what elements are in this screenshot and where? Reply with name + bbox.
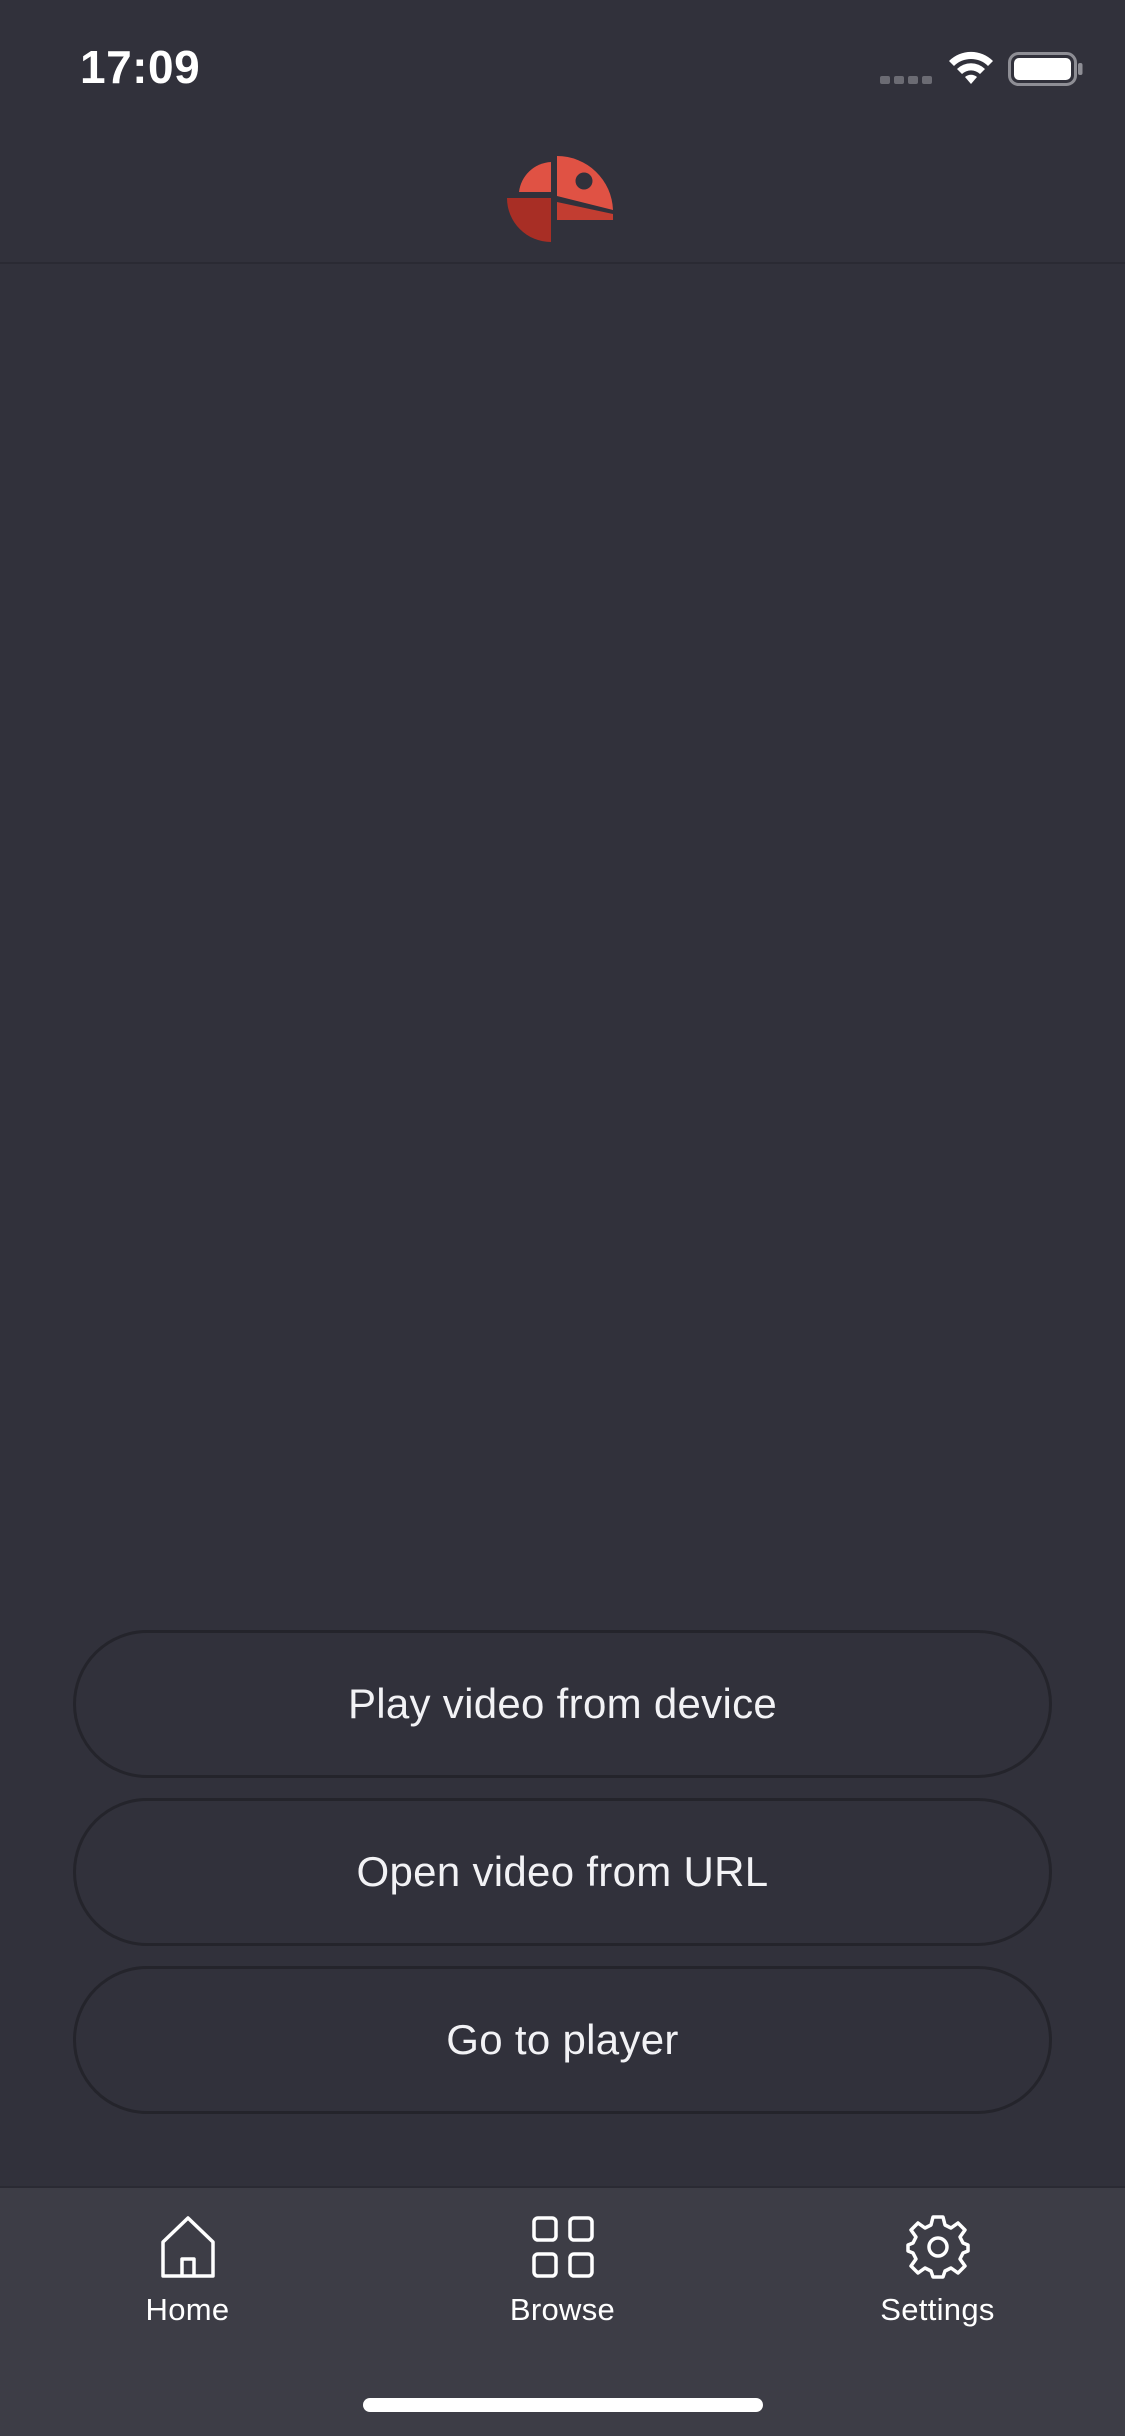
home-indicator[interactable]: [363, 2398, 763, 2412]
tab-home-label: Home: [145, 2292, 230, 2327]
home-icon: [160, 2216, 215, 2278]
status-bar: 17:09: [0, 0, 1125, 132]
wifi-icon: [949, 51, 993, 84]
app-logo-icon: [507, 155, 613, 242]
tab-settings-label: Settings: [880, 2292, 995, 2327]
gear-icon: [905, 2215, 970, 2279]
cellular-signal-icon: [880, 76, 932, 84]
grid-icon: [531, 2216, 594, 2278]
open-video-from-url-button[interactable]: Open video from URL: [73, 1798, 1052, 1946]
header: [0, 132, 1125, 264]
tab-browse[interactable]: Browse: [375, 2188, 750, 2358]
battery-icon: [1008, 52, 1083, 86]
tab-browse-label: Browse: [509, 2292, 616, 2327]
tab-settings[interactable]: Settings: [750, 2188, 1125, 2358]
play-video-from-device-button[interactable]: Play video from device: [73, 1630, 1052, 1778]
go-to-player-button[interactable]: Go to player: [73, 1966, 1052, 2114]
tab-home[interactable]: Home: [0, 2188, 375, 2358]
status-time: 17:09: [80, 41, 201, 93]
